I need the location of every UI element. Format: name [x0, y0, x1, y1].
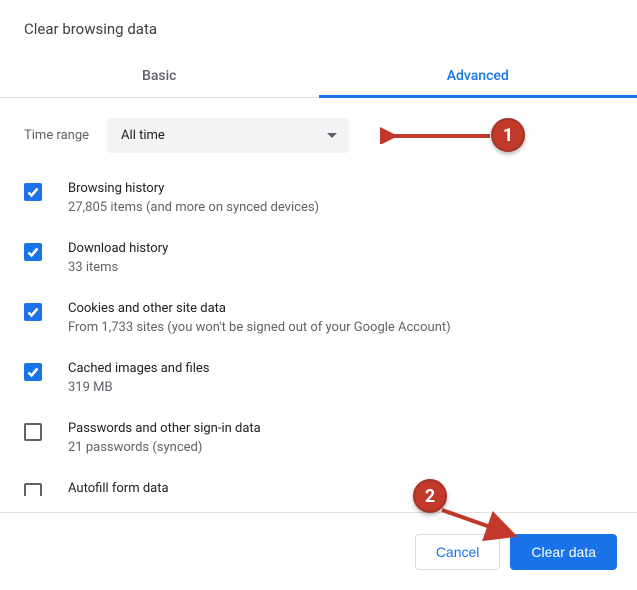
item-subtitle: From 1,733 sites (you won't be signed ou…: [68, 320, 451, 335]
item-text: Download history 33 items: [68, 241, 168, 275]
item-subtitle: 319 MB: [68, 380, 209, 395]
item-text: Autofill form data: [68, 481, 169, 496]
item-text: Browsing history 27,805 items (and more o…: [68, 181, 319, 215]
item-text: Cookies and other site data From 1,733 si…: [68, 301, 451, 335]
item-text: Passwords and other sign-in data 21 passw…: [68, 421, 261, 455]
clear-data-button[interactable]: Clear data: [510, 534, 617, 570]
checkbox[interactable]: [24, 183, 42, 201]
data-type-item: Cached images and files 319 MB: [24, 361, 613, 395]
item-title: Download history: [68, 241, 168, 256]
item-title: Passwords and other sign-in data: [68, 421, 261, 436]
item-title: Autofill form data: [68, 481, 169, 496]
dialog-title: Clear browsing data: [0, 0, 637, 54]
data-type-item: Browsing history 27,805 items (and more o…: [24, 181, 613, 215]
tab-basic[interactable]: Basic: [0, 54, 319, 97]
item-title: Cached images and files: [68, 361, 209, 376]
annotation-badge-1: 1: [491, 118, 525, 152]
checkbox[interactable]: [24, 303, 42, 321]
checkbox[interactable]: [24, 243, 42, 261]
data-type-item: Autofill form data: [24, 481, 613, 496]
item-title: Browsing history: [68, 181, 319, 196]
tab-advanced[interactable]: Advanced: [319, 54, 637, 97]
time-range-label: Time range: [24, 128, 89, 143]
annotation-badge-2: 2: [413, 479, 447, 513]
content-area: Time range All time Browsing history 27,8…: [0, 98, 637, 496]
checkbox[interactable]: [24, 363, 42, 381]
item-subtitle: 33 items: [68, 260, 168, 275]
chevron-down-icon: [327, 133, 337, 138]
time-range-value: All time: [121, 128, 165, 143]
dialog-footer: Cancel Clear data: [0, 512, 637, 590]
item-subtitle: 21 passwords (synced): [68, 440, 261, 455]
clear-browsing-data-dialog: Clear browsing data Basic Advanced Time …: [0, 0, 637, 590]
annotation-arrow-1: [380, 124, 495, 144]
tab-bar: Basic Advanced: [0, 54, 637, 98]
checkbox[interactable]: [24, 423, 42, 441]
time-range-select[interactable]: All time: [107, 118, 349, 153]
item-text: Cached images and files 319 MB: [68, 361, 209, 395]
data-type-item: Download history 33 items: [24, 241, 613, 275]
data-type-item: Cookies and other site data From 1,733 si…: [24, 301, 613, 335]
item-subtitle: 27,805 items (and more on synced devices…: [68, 200, 319, 215]
checkbox[interactable]: [24, 483, 42, 496]
annotation-arrow-2: [438, 506, 523, 542]
item-title: Cookies and other site data: [68, 301, 451, 316]
data-type-item: Passwords and other sign-in data 21 passw…: [24, 421, 613, 455]
